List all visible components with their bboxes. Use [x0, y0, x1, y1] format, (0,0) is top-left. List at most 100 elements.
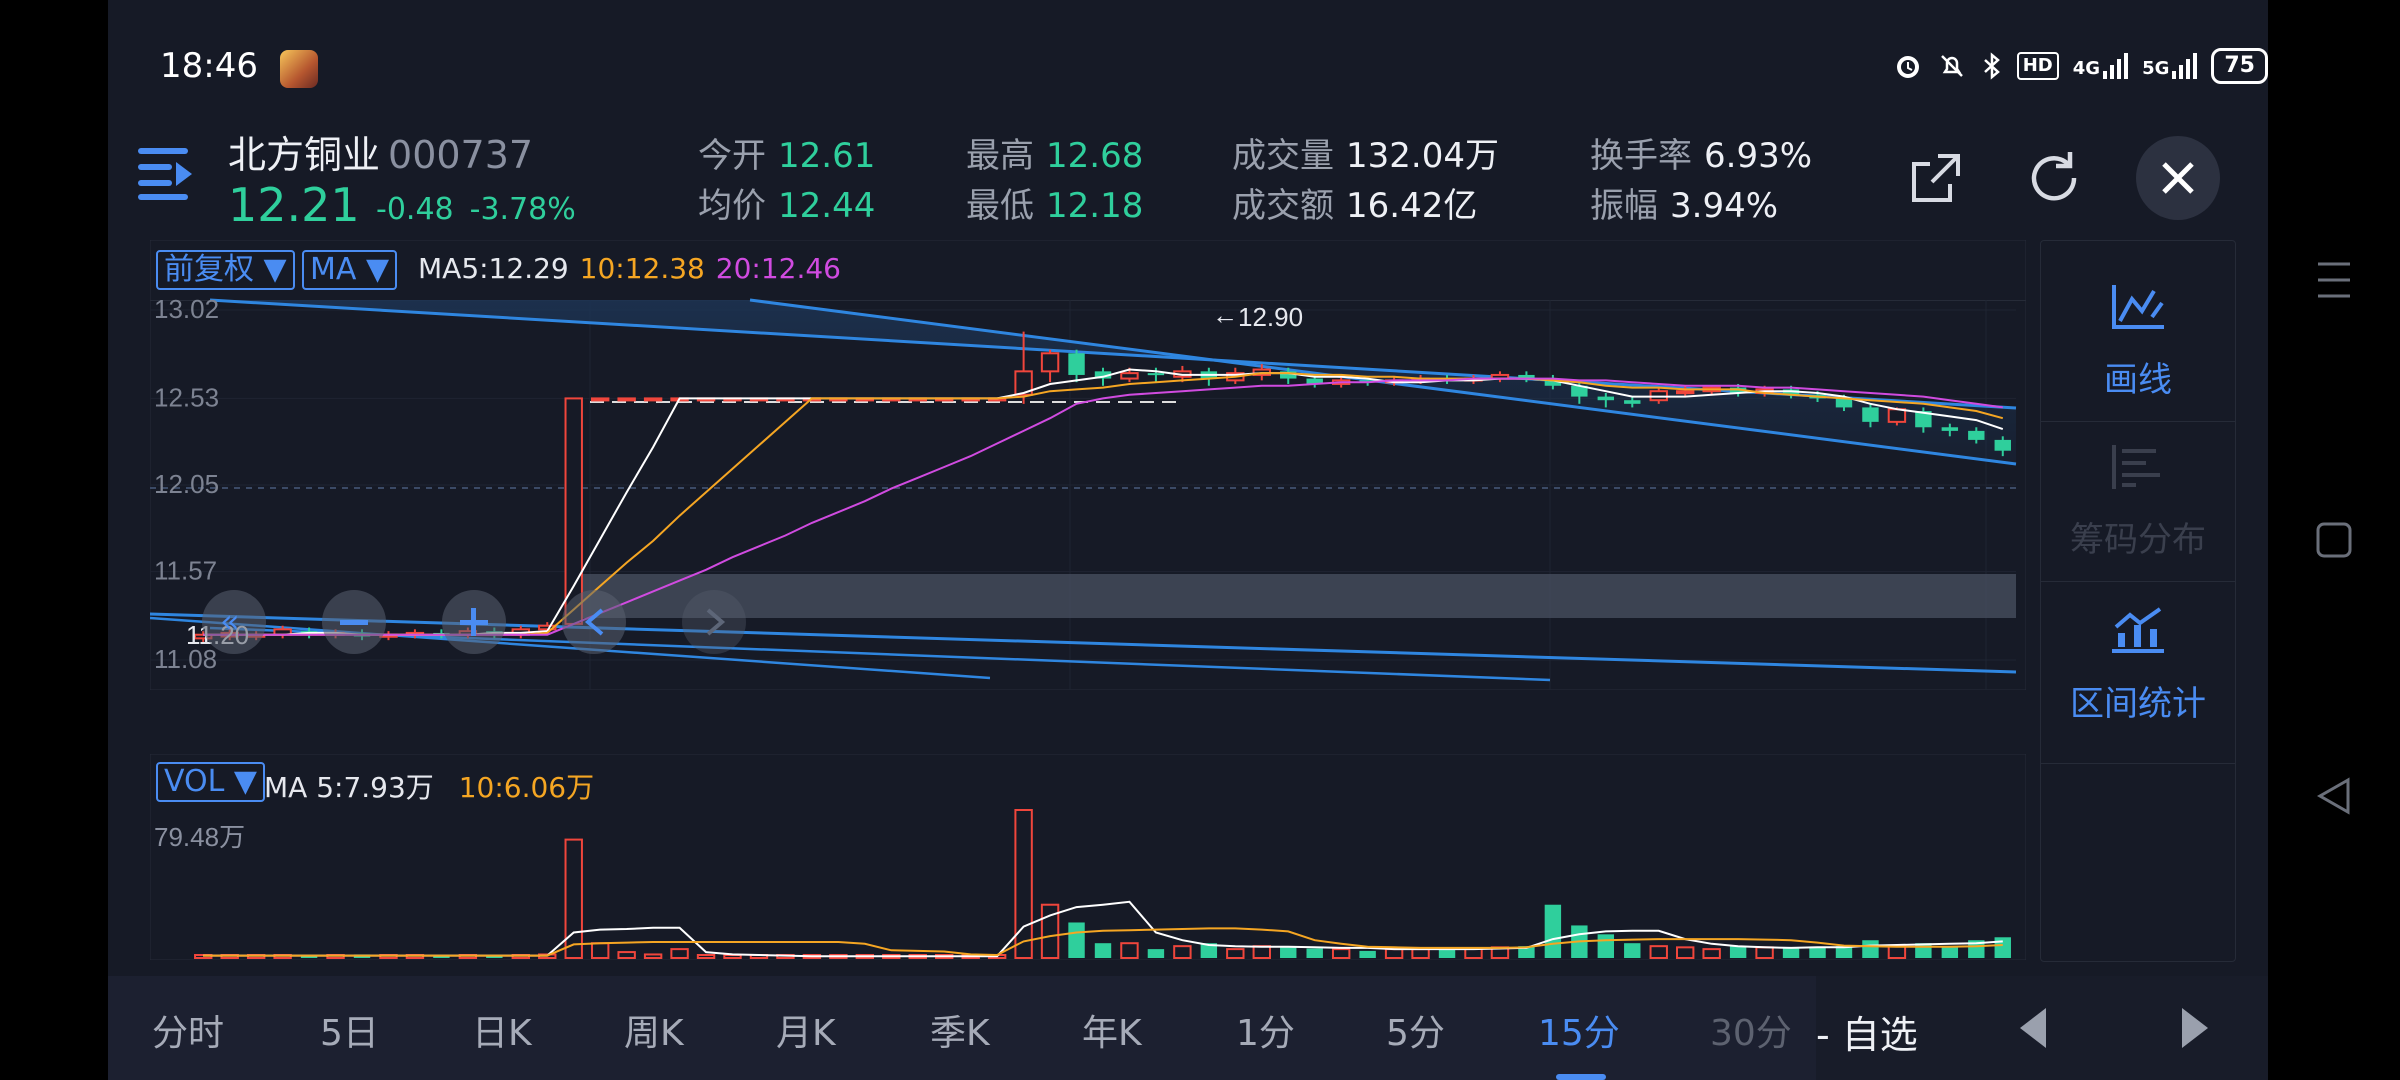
refresh-button[interactable]	[2012, 136, 2096, 220]
high-label: 12.90	[1238, 302, 1303, 332]
stat-turnover: 成交额 16.42亿	[1232, 186, 1478, 226]
volume-bar	[1702, 948, 1721, 959]
volume-bar	[1438, 949, 1456, 958]
tab-year-k[interactable]: 年K	[1082, 1004, 1142, 1056]
volume-bar	[1782, 948, 1800, 958]
volume-bar	[617, 951, 636, 960]
volume-bar	[1809, 947, 1826, 958]
volume-bar	[1729, 946, 1747, 958]
status-bar: 18:46 HD 4G 5G 75	[108, 40, 2268, 102]
stat-low: 最低 12.18	[966, 186, 1144, 226]
stat-volume: 成交量 132.04万	[1232, 136, 1499, 176]
triangle-left-icon	[2020, 1008, 2046, 1048]
volume-bar	[1994, 937, 2011, 958]
stat-amplitude: 振幅 3.94%	[1590, 186, 1779, 226]
menu-lines-icon[interactable]	[2316, 260, 2352, 300]
volume-bar	[643, 953, 663, 959]
next-stock-button[interactable]	[2176, 1006, 2212, 1050]
stat-high: 最高 12.68	[966, 136, 1144, 176]
volume-bar	[1755, 946, 1774, 959]
volume-bar	[1120, 942, 1139, 959]
volume-bar	[1597, 934, 1615, 958]
mute-bell-icon	[1940, 55, 1963, 77]
volume-bar	[1624, 943, 1641, 958]
tab-timeshare[interactable]: 分时	[152, 1004, 224, 1056]
interval-stats-icon	[2112, 607, 2164, 653]
move-right-button[interactable]	[682, 590, 746, 654]
volume-bar	[1280, 946, 1297, 958]
back-triangle-icon[interactable]	[2316, 776, 2352, 816]
volume-bar	[696, 954, 716, 959]
home-square-icon[interactable]	[2316, 522, 2352, 558]
double-chevron-left-icon: «	[220, 602, 240, 640]
chip-distribution-button[interactable]: 筹码分布	[2041, 441, 2235, 561]
fast-back-button[interactable]: «	[202, 590, 266, 654]
volume-bar	[1252, 945, 1271, 960]
y-tick-label: 13.02	[154, 294, 219, 324]
draw-line-button[interactable]: 画线	[2041, 281, 2235, 401]
y-tick-label: 12.53	[154, 382, 219, 412]
tab-week-k[interactable]: 周K	[624, 1004, 684, 1056]
y-tick-label: 11.57	[154, 556, 217, 586]
indicator-dropdown[interactable]: MA ▼	[302, 250, 398, 290]
zoom-in-button[interactable]	[442, 590, 506, 654]
candle	[617, 397, 636, 402]
volume-bar	[1226, 948, 1245, 959]
vol-dropdown[interactable]: VOL ▼	[156, 762, 265, 802]
volume-bar	[1941, 946, 1959, 958]
stat-avg: 均价 12.44	[698, 186, 876, 226]
chip-distribution-icon	[2112, 445, 2160, 489]
volume-bar	[670, 948, 689, 959]
volume-bar	[1068, 922, 1085, 958]
tab-15min[interactable]: 15分	[1538, 1004, 1620, 1056]
share-icon	[1912, 154, 1960, 202]
share-button[interactable]	[1894, 136, 1978, 220]
menu-icon[interactable]	[138, 148, 194, 200]
volume-bar	[1649, 945, 1668, 960]
add-favorite-button[interactable]: - 自选	[1816, 1004, 1918, 1059]
alarm-icon	[1896, 56, 1919, 78]
interval-stats-button[interactable]: 区间统计	[2041, 605, 2235, 725]
tab-5min[interactable]: 5分	[1386, 1004, 1445, 1056]
close-button[interactable]	[2136, 136, 2220, 220]
close-icon	[2162, 162, 2194, 194]
volume-bar	[1359, 950, 1376, 958]
price-change: -0.48 -3.78%	[376, 192, 576, 227]
side-panel: 画线 筹码分布 区间统计	[2040, 240, 2236, 962]
y-tick-label: 12.05	[154, 469, 219, 499]
signal-4g-icon: 4G	[2073, 53, 2129, 79]
volume-bar	[1306, 948, 1323, 958]
signal-bars-icon	[2103, 53, 2129, 79]
adjust-dropdown[interactable]: 前复权 ▼	[156, 250, 295, 290]
tab-5day[interactable]: 5日	[320, 1004, 379, 1056]
vol-ymax-label: 79.48万	[154, 822, 245, 852]
volume-bar	[1331, 948, 1351, 959]
volume-bar	[1014, 809, 1033, 959]
candle	[590, 397, 610, 402]
active-tab-indicator	[1556, 1074, 1606, 1080]
tab-30min[interactable]: 30分	[1710, 1004, 1792, 1056]
tab-month-k[interactable]: 月K	[776, 1004, 836, 1056]
move-left-button[interactable]	[562, 590, 626, 654]
volume-bar	[1173, 945, 1192, 960]
signal-5g-icon: 5G	[2142, 53, 2198, 79]
stock-name: 北方铜业 000737	[228, 133, 534, 177]
candle	[643, 397, 663, 402]
tab-season-k[interactable]: 季K	[930, 1004, 990, 1056]
zoom-out-button[interactable]	[322, 590, 386, 654]
battery-indicator: 75	[2211, 48, 2268, 84]
tab-day-k[interactable]: 日K	[472, 1004, 532, 1056]
volume-bar	[1544, 904, 1562, 958]
tab-1min[interactable]: 1分	[1236, 1004, 1295, 1056]
status-time: 18:46	[160, 46, 258, 86]
draw-line-icon	[2112, 285, 2164, 329]
volume-bar	[1094, 943, 1112, 958]
volume-bar	[1862, 940, 1879, 958]
range-select-band	[568, 574, 2016, 618]
high-marker: ←	[1212, 300, 1238, 330]
kline-chart[interactable]: 13.0212.5312.0511.5711.08 08-22 10:1509:…	[150, 240, 2026, 690]
period-tabs: 分时 5日 日K 周K 月K 季K 年K 1分 5分 15分 30分 - 自选	[108, 976, 2268, 1080]
volume-bar	[1384, 948, 1404, 959]
prev-stock-button[interactable]	[2016, 1006, 2052, 1050]
volume-bar	[1887, 945, 1907, 960]
